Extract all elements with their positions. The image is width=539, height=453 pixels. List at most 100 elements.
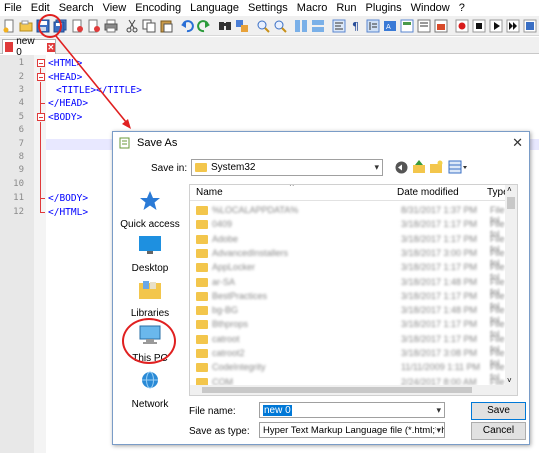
play-macro-icon[interactable] (489, 18, 503, 34)
doc-map-icon[interactable] (400, 18, 414, 34)
menu-encoding[interactable]: Encoding (135, 2, 181, 14)
folder-icon (196, 277, 208, 287)
folder-workspace-icon[interactable] (434, 18, 448, 34)
save-macro-icon[interactable] (523, 18, 537, 34)
place-network[interactable]: Network (115, 370, 185, 410)
redo-icon[interactable] (197, 18, 211, 34)
fold-toggle[interactable] (37, 113, 45, 121)
save-as-type-dropdown[interactable]: Hyper Text Markup Language file (*.html;… (259, 422, 445, 438)
zoom-in-icon[interactable] (256, 18, 270, 34)
file-row[interactable]: ar-SA 3/18/2017 1:48 PM File fol (190, 275, 508, 297)
file-row[interactable]: Adobe 3/18/2017 1:17 PM File fol (190, 232, 508, 254)
file-row[interactable]: 0409 3/18/2017 1:17 PM File fol (190, 217, 508, 239)
file-row[interactable]: catroot2 3/18/2017 3:08 PM File fol (190, 346, 508, 368)
menu-search[interactable]: Search (59, 2, 94, 14)
fold-toggle[interactable] (37, 59, 45, 67)
file-row[interactable]: Bthprops 3/18/2017 1:17 PM File fol (190, 317, 508, 339)
close-file-icon[interactable] (70, 18, 84, 34)
menu-edit[interactable]: Edit (31, 2, 50, 14)
new-folder-icon[interactable] (429, 160, 443, 174)
file-name: Bthprops (212, 319, 249, 330)
file-row[interactable]: %LOCALAPPDATA% 8/31/2017 1:37 PM File fol (190, 203, 508, 225)
folder-icon (195, 163, 207, 172)
folder-icon (196, 206, 208, 215)
menu-language[interactable]: Language (190, 2, 239, 14)
cut-icon[interactable] (125, 18, 139, 34)
replace-icon[interactable] (235, 18, 249, 34)
run-macro-multiple-icon[interactable] (506, 18, 520, 34)
lang-icon[interactable]: A (383, 18, 397, 34)
file-name: CodeIntegrity (212, 362, 266, 373)
file-row[interactable]: AdvancedInstallers 3/18/2017 3:00 PM File … (190, 246, 508, 268)
file-list[interactable]: Name ⌃ Date modified Type %LOCALAPPDATA%… (189, 184, 518, 396)
code-line: </HTML> (48, 207, 89, 218)
fold-toggle[interactable] (37, 73, 45, 81)
place-quick-access[interactable]: Quick access (115, 190, 185, 230)
scroll-up-icon[interactable]: ˄ (507, 185, 512, 194)
file-name: AdvancedInstallers (212, 247, 289, 258)
chevron-down-icon: ▾ (436, 405, 441, 415)
vertical-scrollbar[interactable]: ˄ ˅ (505, 185, 517, 395)
undo-icon[interactable] (180, 18, 194, 34)
file-row[interactable]: catroot 3/18/2017 1:17 PM File fol (190, 332, 508, 354)
function-list-icon[interactable] (417, 18, 431, 34)
line-number: 12 (13, 207, 24, 217)
scroll-thumb[interactable] (202, 387, 472, 393)
open-file-icon[interactable] (19, 18, 33, 34)
place-desktop[interactable]: Desktop (115, 234, 185, 274)
file-name-input[interactable]: new 0 ▾ (259, 402, 445, 418)
file-row[interactable]: BestPractices 3/18/2017 1:17 PM File fol (190, 289, 508, 311)
dialog-close-icon[interactable]: ✕ (512, 135, 523, 151)
annotation-circle-save (38, 14, 62, 38)
sync-scroll-h-icon[interactable] (311, 18, 325, 34)
scroll-thumb[interactable] (507, 197, 515, 209)
up-folder-icon[interactable] (412, 160, 426, 174)
column-date-modified[interactable]: Date modified (397, 187, 459, 198)
file-row[interactable]: bg-BG 3/18/2017 1:48 PM File fol (190, 303, 508, 325)
record-macro-icon[interactable] (455, 18, 469, 34)
copy-icon[interactable] (142, 18, 156, 34)
file-name: BestPractices (212, 290, 268, 301)
folder-icon (196, 234, 208, 244)
close-tab-icon[interactable]: ✕ (46, 42, 55, 52)
column-name[interactable]: Name (196, 187, 223, 198)
close-all-icon[interactable] (87, 18, 101, 34)
new-file-icon[interactable] (2, 18, 16, 34)
save-in-dropdown[interactable]: System32 ▾ (191, 159, 383, 176)
file-date: 3/18/2017 1:17 PM (401, 262, 478, 273)
file-row[interactable]: CodeIntegrity 11/11/2009 1:11 PM File fol (190, 360, 508, 382)
menu-view[interactable]: View (103, 2, 127, 14)
file-name: catroot2 (212, 348, 245, 358)
star-icon (140, 191, 160, 210)
menu-help[interactable]: ? (459, 2, 465, 14)
fold-line (40, 103, 41, 113)
place-libraries[interactable]: Libraries (115, 279, 185, 319)
indent-guide-icon[interactable] (366, 18, 380, 34)
zoom-out-icon[interactable] (273, 18, 287, 34)
menu-plugins[interactable]: Plugins (366, 2, 402, 14)
show-all-chars-icon[interactable]: ¶ (349, 18, 363, 34)
tab-new-0[interactable]: new 0 ✕ (2, 36, 56, 58)
menu-macro[interactable]: Macro (297, 2, 328, 14)
place-label: Quick access (120, 219, 180, 230)
save-button[interactable]: Save (471, 402, 526, 420)
horizontal-scrollbar[interactable] (190, 385, 517, 395)
unsaved-file-icon (5, 42, 14, 52)
find-icon[interactable] (218, 18, 232, 34)
menu-settings[interactable]: Settings (248, 2, 288, 14)
print-icon[interactable] (104, 18, 118, 34)
menu-run[interactable]: Run (336, 2, 356, 14)
sync-scroll-v-icon[interactable] (294, 18, 308, 34)
scroll-down-icon[interactable]: ˅ (507, 376, 512, 385)
paste-icon[interactable] (159, 18, 173, 34)
annotation-circle-this-pc (122, 318, 176, 364)
back-icon[interactable] (395, 161, 408, 174)
stop-macro-icon[interactable] (472, 18, 486, 34)
file-row[interactable]: AppLocker 3/18/2017 1:17 PM File fol (190, 260, 508, 282)
cancel-button[interactable]: Cancel (471, 422, 526, 440)
menu-window[interactable]: Window (411, 2, 450, 14)
menu-file[interactable]: File (4, 2, 22, 14)
word-wrap-icon[interactable] (332, 18, 346, 34)
file-name: AppLocker (212, 262, 256, 273)
view-menu-icon[interactable] (448, 160, 468, 174)
